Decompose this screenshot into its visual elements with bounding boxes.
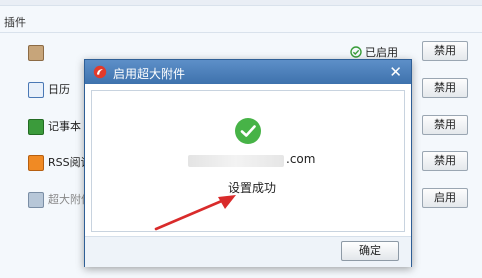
status-label: 已启用 <box>365 46 398 59</box>
plugin-name: 日历 <box>48 83 70 96</box>
ok-button[interactable]: 确定 <box>341 241 399 261</box>
dialog-title-bar: 启用超大附件 ✕ <box>85 60 411 84</box>
dialog-content: .com 设置成功 <box>91 90 405 232</box>
attachment-icon <box>28 192 44 208</box>
notepad-icon <box>28 119 44 135</box>
section-divider <box>0 32 482 33</box>
disable-button[interactable]: 禁用 <box>422 41 468 61</box>
disable-button[interactable]: 禁用 <box>422 151 468 171</box>
check-circle-icon <box>350 46 362 58</box>
top-strip <box>0 0 482 6</box>
rss-icon <box>28 155 44 171</box>
calendar-icon <box>28 82 44 98</box>
email-redacted <box>188 155 284 167</box>
dialog-footer: 确定 <box>85 236 411 267</box>
disable-button[interactable]: 禁用 <box>422 115 468 135</box>
section-title: 插件 <box>4 16 26 29</box>
contact-icon <box>28 45 44 61</box>
plugin-status: 已启用 <box>350 44 398 60</box>
enable-attachment-dialog: 启用超大附件 ✕ .com 设置成功 确定 <box>84 59 412 267</box>
email-suffix: .com <box>286 152 316 166</box>
plugin-name: 记事本 <box>48 120 81 133</box>
annotation-arrow-icon <box>154 195 236 231</box>
disable-button[interactable]: 禁用 <box>422 78 468 98</box>
close-icon[interactable]: ✕ <box>389 63 402 81</box>
success-check-icon <box>235 118 261 144</box>
app-logo-icon <box>93 65 107 79</box>
enable-button[interactable]: 启用 <box>422 188 468 208</box>
dialog-title: 启用超大附件 <box>113 67 186 81</box>
